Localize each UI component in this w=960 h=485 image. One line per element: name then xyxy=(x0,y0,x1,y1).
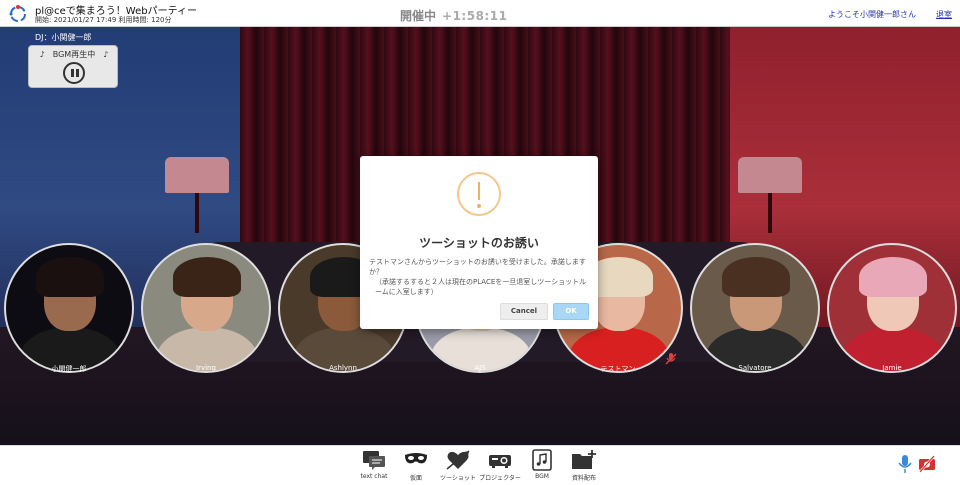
elapsed-timer: +1:58:11 xyxy=(442,9,508,23)
tool-share-files[interactable]: 資料配布 xyxy=(562,448,606,484)
status-label: 開催中 xyxy=(400,9,437,23)
bgm-player: ♪ BGM再生中 ♪ xyxy=(28,45,118,88)
camera-off-icon[interactable] xyxy=(918,454,936,474)
participant-name: Ashlynn xyxy=(329,364,357,372)
two-shot-invite-dialog: ツーショットのお誘い テストマンさんからツーショットのお誘いを受けました。承諾し… xyxy=(360,156,598,329)
session-meta: 開始: 2021/01/27 17:49 利用時間: 120分 xyxy=(35,16,172,24)
avatar-hair xyxy=(36,257,104,297)
music-note-icon xyxy=(532,449,552,471)
avatar-hair xyxy=(173,257,241,297)
mic-muted-icon xyxy=(665,353,677,365)
mask-icon xyxy=(405,453,427,464)
tool-label: ツーショット xyxy=(440,475,476,482)
ok-button[interactable]: OK xyxy=(553,303,589,320)
participant-name: 小関健一郎 xyxy=(51,365,87,373)
folder-add-icon xyxy=(572,450,596,469)
header-bar: pl@ceで集まろう！Webパーティー 開始: 2021/01/27 17:49… xyxy=(0,0,960,27)
dj-label: DJ：小関健一郎 xyxy=(35,33,92,42)
avatar-hair xyxy=(859,257,927,297)
participant-name: Irving xyxy=(196,364,216,372)
bottom-toolbar: text chat 仮面 ツーショット プロジェクター BGM 資料配布 xyxy=(0,445,960,485)
bgm-status: ♪ BGM再生中 ♪ xyxy=(39,50,109,59)
heart-arrow-icon xyxy=(446,450,470,470)
participant-name: AJS xyxy=(474,364,486,372)
tool-text-chat[interactable]: text chat xyxy=(352,448,396,484)
alert-icon xyxy=(457,172,501,216)
tool-label: text chat xyxy=(360,473,388,480)
tool-label: BGM xyxy=(535,473,549,480)
cancel-button[interactable]: Cancel xyxy=(500,303,548,320)
welcome-user-link[interactable]: ようこそ小関健一郎さん xyxy=(828,9,916,20)
participant-name: Jamie xyxy=(882,364,902,372)
tool-mask[interactable]: 仮面 xyxy=(394,448,438,484)
tool-label: 仮面 xyxy=(409,475,422,482)
participant-name: Salvatore xyxy=(738,364,772,372)
session-status: 開催中 +1:58:11 xyxy=(400,7,507,24)
chat-icon xyxy=(363,451,385,470)
avatar-hair xyxy=(722,257,790,297)
tool-label: プロジェクター xyxy=(479,475,521,482)
app-logo-icon xyxy=(9,5,26,22)
dialog-note: （承諾するすると２人は現在のPLACEを一旦退室しツーショットルームに入室します… xyxy=(375,278,587,296)
projector-icon xyxy=(489,455,511,468)
dialog-title: ツーショットのお誘い xyxy=(419,236,539,250)
participant-avatar[interactable] xyxy=(141,243,271,373)
tool-two-shot[interactable]: ツーショット xyxy=(436,448,480,484)
logout-link[interactable]: 退室 xyxy=(936,9,952,20)
tool-projector[interactable]: プロジェクター xyxy=(478,448,522,484)
participant-avatar[interactable] xyxy=(4,243,134,373)
tool-bgm[interactable]: BGM xyxy=(520,448,564,484)
tool-label: 資料配布 xyxy=(571,475,596,482)
dialog-message-text: テストマンさんからツーショットのお誘いを受けました。承諾しますか？ xyxy=(369,258,586,276)
participant-avatar[interactable] xyxy=(827,243,957,373)
microphone-icon[interactable] xyxy=(896,454,914,474)
pause-button[interactable] xyxy=(63,62,85,84)
participant-avatar[interactable] xyxy=(690,243,820,373)
dialog-message: テストマンさんからツーショットのお誘いを受けました。承諾しますか？ （承諾するす… xyxy=(369,257,591,297)
